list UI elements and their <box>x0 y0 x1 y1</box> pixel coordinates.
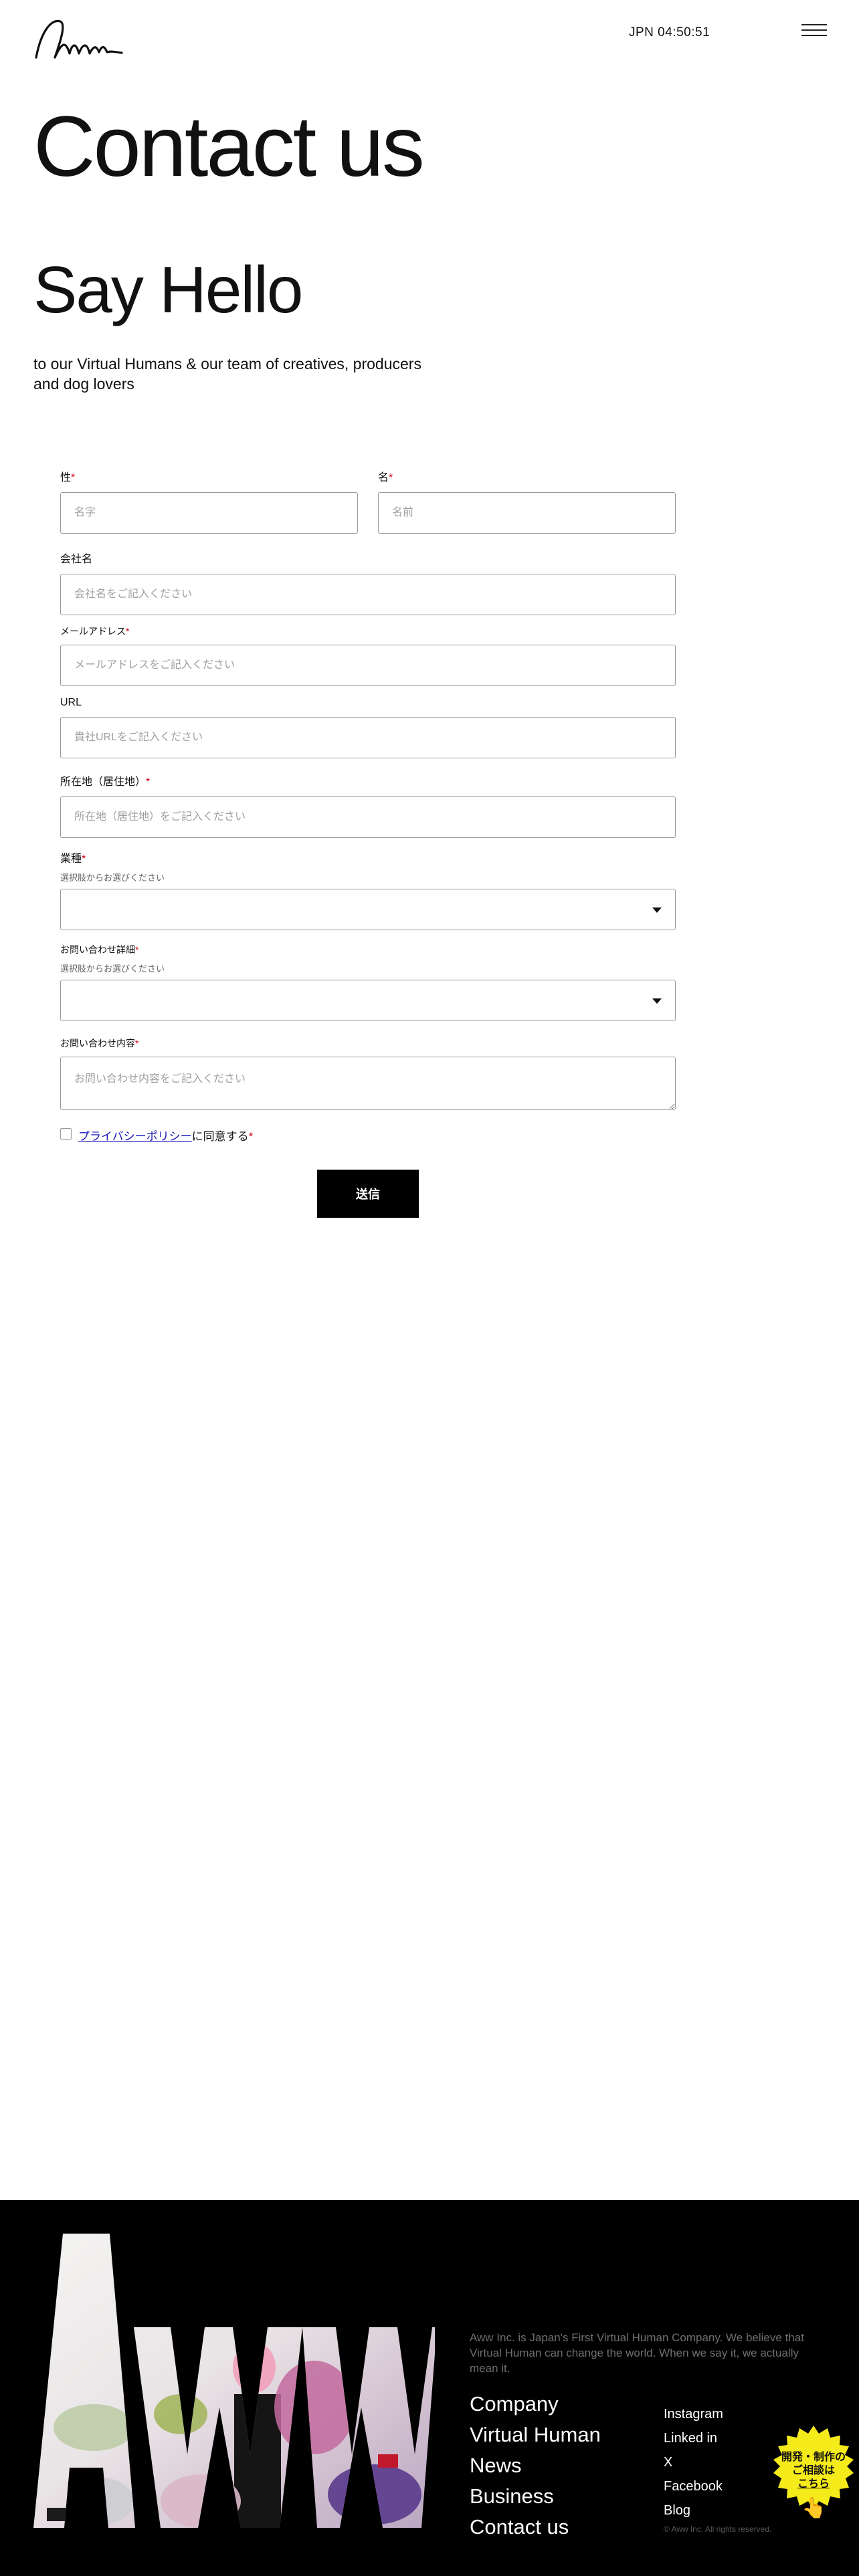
url-label: URL <box>60 697 82 708</box>
email-label: メールアドレス* <box>60 626 130 637</box>
email-input[interactable] <box>60 645 676 686</box>
footer-tagline: Aww Inc. is Japan's First Virtual Human … <box>470 2331 804 2375</box>
footer-link-contact[interactable]: Contact us <box>470 2512 601 2543</box>
footer-link-x[interactable]: X <box>664 2450 723 2474</box>
company-input[interactable] <box>60 574 676 615</box>
footer-link-business[interactable]: Business <box>470 2481 601 2512</box>
first-name-label: 名* <box>378 472 393 484</box>
aww-big-logo <box>33 2234 435 2528</box>
footer-link-facebook[interactable]: Facebook <box>664 2474 723 2498</box>
industry-help: 選択肢からお選びください <box>60 873 165 883</box>
section-title: Say Hello <box>33 253 303 326</box>
privacy-checkbox[interactable] <box>60 1128 72 1140</box>
inquiry-type-help: 選択肢からお選びください <box>60 964 165 974</box>
message-textarea[interactable] <box>60 1057 676 1110</box>
footer-main-nav: Company Virtual Human News Business Cont… <box>470 2389 601 2543</box>
page-title: Contact us <box>33 99 425 195</box>
industry-select[interactable] <box>60 889 676 930</box>
footer-link-linkedin[interactable]: Linked in <box>664 2426 723 2450</box>
chevron-down-icon <box>652 907 662 913</box>
footer-social-nav: Instagram Linked in X Facebook Blog <box>664 2402 723 2523</box>
footer-link-company[interactable]: Company <box>470 2389 601 2420</box>
site-header: JPN 04:50:51 <box>0 0 859 74</box>
chevron-down-icon <box>652 998 662 1004</box>
footer-link-news[interactable]: News <box>470 2450 601 2481</box>
consult-badge[interactable]: 開発・制作の ご相談は こちら 👆 <box>769 2424 858 2519</box>
message-label: お問い合わせ内容* <box>60 1038 139 1049</box>
intro-text: to our Virtual Humans & our team of crea… <box>33 355 421 393</box>
site-footer: Aww Inc. is Japan's First Virtual Human … <box>0 2200 859 2576</box>
inquiry-type-select[interactable] <box>60 980 676 1021</box>
company-label: 会社名 <box>60 554 93 565</box>
first-name-input[interactable] <box>378 492 676 534</box>
url-input[interactable] <box>60 717 676 758</box>
privacy-policy-link[interactable]: プライバシーポリシー <box>78 1130 192 1143</box>
footer-link-blog[interactable]: Blog <box>664 2498 723 2523</box>
copyright: © Aww Inc. All rights reserved. <box>664 2525 772 2534</box>
last-name-input[interactable] <box>60 492 358 534</box>
submit-button[interactable]: 送信 <box>317 1170 419 1218</box>
footer-link-virtual-human[interactable]: Virtual Human <box>470 2420 601 2450</box>
industry-label: 業種* <box>60 853 86 865</box>
local-clock: JPN 04:50:51 <box>629 25 710 39</box>
pointing-hand-icon: 👆 <box>801 2497 827 2519</box>
footer-link-instagram[interactable]: Instagram <box>664 2402 723 2426</box>
address-label: 所在地（居住地）* <box>60 776 151 788</box>
privacy-text: プライバシーポリシーに同意する* <box>78 1130 254 1143</box>
inquiry-type-label: お問い合わせ詳細* <box>60 944 139 955</box>
aww-logo[interactable] <box>32 16 124 64</box>
address-input[interactable] <box>60 796 676 838</box>
hamburger-icon[interactable] <box>801 24 827 40</box>
last-name-label: 性* <box>60 472 76 484</box>
consult-badge-text: 開発・制作の ご相談は こちら <box>781 2452 846 2490</box>
